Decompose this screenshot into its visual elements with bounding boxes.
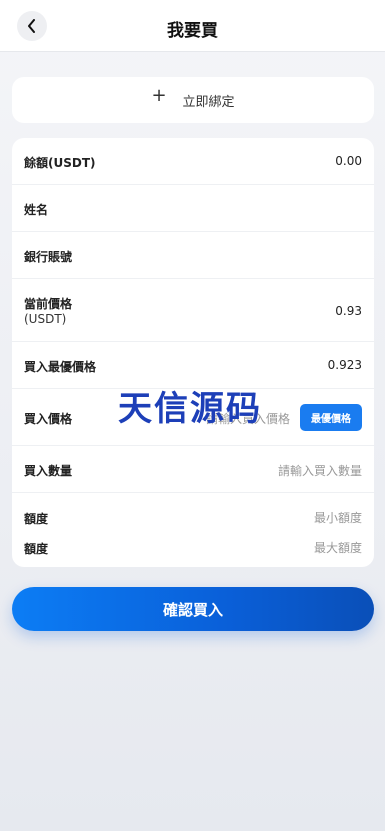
limit-rows: 額度 最小額度 額度 最大額度 [12, 493, 374, 567]
current-price-unit: (USDT) [24, 312, 67, 326]
buy-price-label: 買入價格 [24, 412, 73, 426]
name-row[interactable]: 姓名 [12, 185, 374, 232]
name-label: 姓名 [24, 203, 49, 217]
buy-form: 餘額(USDT) 0.00 姓名 銀行賬號 當前價格 (USDT) 0.93 買… [12, 138, 374, 567]
balance-label: 餘額(USDT) [24, 156, 96, 170]
limit-min-value: 最小額度 [313, 511, 362, 525]
buy-quantity-input[interactable]: 請輸入買入數量 [278, 462, 362, 479]
current-price-label: 當前價格 [24, 297, 73, 311]
bank-account-label: 銀行賬號 [24, 250, 73, 264]
confirm-buy-button[interactable]: 確認買入 [12, 587, 374, 631]
current-price-value: 0.93 [335, 304, 362, 318]
current-price-row: 當前價格 (USDT) 0.93 [12, 279, 374, 342]
bank-account-row[interactable]: 銀行賬號 [12, 232, 374, 279]
limit-max-value: 最大額度 [313, 541, 362, 555]
best-price-row: 買入最優價格 0.923 [12, 342, 374, 389]
best-price-label: 買入最優價格 [24, 360, 97, 374]
top-bar: 我要買 [0, 0, 385, 52]
balance-row: 餘額(USDT) 0.00 [12, 138, 374, 185]
balance-value: 0.00 [335, 154, 362, 168]
buy-quantity-row: 買入數量 請輸入買入數量 [12, 446, 374, 493]
best-price-button[interactable]: 最優價格 [300, 404, 362, 431]
bind-now-label: 立即綁定 [182, 94, 235, 110]
bind-now-button[interactable]: + 立即綁定 [12, 77, 374, 123]
limit-max-label: 額度 [24, 542, 49, 556]
limit-min-label: 額度 [24, 512, 49, 526]
plus-icon: + [151, 85, 167, 106]
buy-quantity-label: 買入數量 [24, 464, 73, 478]
page-title: 我要買 [167, 21, 218, 41]
best-price-value: 0.923 [327, 358, 362, 372]
buy-price-row: 買入價格 請輸入買入價格 最優價格 [12, 389, 374, 446]
buy-price-input[interactable]: 請輸入買入價格 [206, 410, 290, 427]
